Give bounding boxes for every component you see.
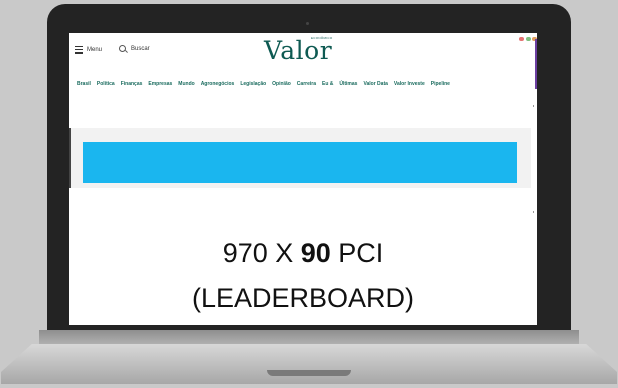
camera-dot — [306, 22, 309, 25]
site-logo[interactable]: Valor — [264, 36, 332, 65]
ad-size-prefix: 970 X — [222, 238, 301, 268]
nav-item[interactable]: Política — [97, 81, 115, 87]
ad-size-label: 970 X 90 PCI — [69, 238, 537, 269]
leaderboard-ad-placeholder[interactable] — [83, 142, 517, 183]
menu-button[interactable]: Menu — [75, 46, 102, 54]
nav-item[interactable]: Valor Data — [363, 81, 387, 87]
nav-item[interactable]: Últimas — [339, 81, 357, 87]
hinge — [39, 330, 579, 346]
search-label: Buscar — [131, 45, 150, 52]
scroll-marker — [533, 211, 534, 213]
ad-size-bold: 90 — [300, 238, 331, 268]
laptop-base — [1, 330, 617, 388]
header-decor — [515, 33, 537, 75]
ad-size-suffix: PCI — [330, 238, 384, 268]
search-icon — [119, 45, 126, 52]
logo-superscript: ECONÔMICO — [311, 36, 333, 40]
nav-item[interactable]: Agronegócios — [201, 81, 235, 87]
nav-item[interactable]: Valor Investe — [394, 81, 425, 87]
menu-label: Menu — [87, 46, 103, 53]
nav-item[interactable]: Carreira — [297, 81, 316, 87]
slot-border — [69, 128, 71, 188]
nav-item[interactable]: Legislação — [240, 81, 266, 87]
site-header: Menu Buscar Valor ECONÔMICO — [69, 33, 537, 75]
nav-item[interactable]: Opinião — [272, 81, 291, 87]
header-dot — [526, 37, 531, 41]
nav-item[interactable]: Pipeline — [431, 81, 450, 87]
trackpad-notch — [267, 370, 351, 376]
main-nav: Brasil Política Finanças Empresas Mundo Agron… — [69, 78, 537, 90]
nav-item[interactable]: Finanças — [121, 81, 143, 87]
ad-type-label: (LEADERBOARD) — [191, 283, 415, 313]
scroll-marker — [533, 105, 534, 107]
nav-item[interactable]: Mundo — [178, 81, 194, 87]
header-dot — [519, 37, 524, 41]
laptop-screen: Menu Buscar Valor ECONÔMICO Brasil Políti… — [69, 33, 537, 325]
hamburger-icon — [75, 46, 83, 54]
nav-item[interactable]: Eu & — [322, 81, 333, 87]
search-button[interactable]: Buscar — [119, 45, 150, 52]
base-body — [1, 344, 617, 384]
nav-item[interactable]: Empresas — [148, 81, 172, 87]
nav-item[interactable]: Brasil — [77, 81, 91, 87]
